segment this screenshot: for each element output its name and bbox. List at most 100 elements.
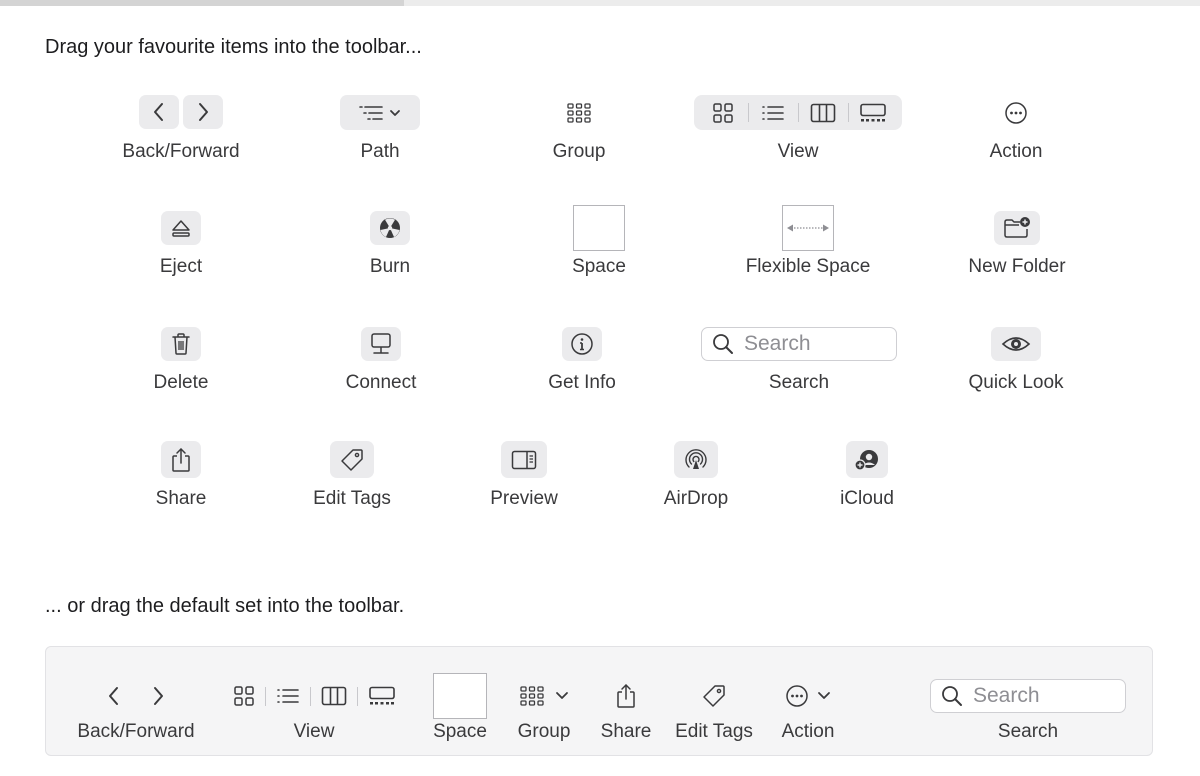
space-box [573, 204, 625, 251]
window-top-strip [0, 0, 1200, 6]
item-label: Back/Forward [77, 721, 195, 742]
eject-button[interactable] [161, 210, 201, 245]
group-grid-icon [567, 102, 591, 123]
top-strip-segment [0, 0, 404, 6]
share-button[interactable] [161, 441, 201, 478]
burn-button[interactable] [370, 210, 410, 245]
quick-look-button[interactable] [991, 326, 1041, 361]
default-space-visual [433, 673, 487, 719]
gallery-view-icon [860, 103, 886, 121]
item-label: Delete [153, 372, 209, 393]
get-info-button[interactable] [562, 326, 602, 361]
item-label: Action [781, 721, 835, 742]
preview-button[interactable] [501, 441, 547, 478]
item-label: Path [360, 141, 400, 162]
get-info-visual [562, 326, 602, 361]
connect-visual [361, 326, 401, 361]
airdrop-icon [685, 448, 707, 469]
search-field[interactable]: Search [930, 679, 1126, 713]
view-segmented-control [694, 95, 902, 130]
item-label: Share [600, 721, 652, 742]
default-edit-tags-visual [701, 677, 727, 715]
item-label: Group [552, 141, 606, 162]
flexible-space-visual [782, 204, 834, 251]
separator [264, 686, 266, 706]
default-set-toolbar[interactable]: Back/Forward View Space Group Share Edit… [45, 646, 1153, 756]
gallery-view-icon [368, 686, 395, 705]
default-action-icons [785, 677, 831, 715]
search-icon [713, 333, 733, 354]
group-visual [566, 95, 592, 130]
space-box [433, 673, 487, 719]
eject-visual [161, 204, 201, 251]
default-group-icons [519, 677, 569, 715]
ellipsis-circle-icon [1005, 101, 1027, 124]
search-placeholder: Search [744, 331, 811, 355]
item-label: Flexible Space [745, 256, 871, 277]
icon-view-segment[interactable] [698, 95, 748, 130]
column-view-segment[interactable] [798, 95, 848, 130]
share-icon [172, 447, 190, 472]
default-back-forward-icons [107, 677, 165, 715]
trash-icon [172, 332, 190, 355]
column-view-icon [321, 686, 346, 706]
delete-button[interactable] [161, 326, 201, 361]
eye-icon [1001, 336, 1031, 351]
item-label: Edit Tags [313, 488, 391, 509]
chevron-left-icon [109, 687, 118, 705]
list-view-segment[interactable] [748, 95, 798, 130]
item-label: Eject [159, 256, 203, 277]
item-label: Share [155, 488, 207, 509]
item-label: Action [989, 141, 1043, 162]
connect-button[interactable] [361, 326, 401, 361]
search-field[interactable]: Search [701, 326, 897, 361]
icloud-icon [854, 449, 878, 471]
edit-tags-button[interactable] [330, 441, 374, 478]
search-placeholder: Search [973, 684, 1040, 707]
preview-visual [501, 441, 547, 478]
chevron-down-icon [556, 692, 568, 699]
path-list-icon [359, 105, 400, 120]
chevron-right-icon [199, 103, 208, 121]
separator [309, 686, 311, 706]
item-label: Back/Forward [122, 141, 240, 162]
info-icon [571, 332, 593, 355]
item-label: Edit Tags [675, 721, 753, 742]
burn-icon [380, 217, 400, 238]
tag-icon [703, 685, 725, 707]
share-visual [161, 441, 201, 478]
path-button [340, 95, 420, 130]
icloud-visual [846, 441, 888, 478]
default-view-icons [233, 677, 396, 715]
column-view-icon [810, 103, 836, 122]
new-folder-button[interactable] [994, 210, 1040, 245]
search-icon [942, 686, 962, 706]
new-folder-visual [994, 204, 1040, 251]
double-arrow-icon [787, 224, 829, 231]
item-label: Search [768, 372, 830, 393]
item-label: AirDrop [663, 488, 729, 509]
item-label: Connect [345, 372, 417, 393]
item-label: Space [572, 256, 626, 277]
chevron-left-icon [154, 103, 163, 121]
connect-icon [371, 332, 391, 354]
quick-look-visual [991, 326, 1041, 361]
item-label: New Folder [968, 256, 1066, 277]
item-label: iCloud [840, 488, 894, 509]
icloud-button[interactable] [846, 441, 888, 478]
back-button[interactable] [139, 95, 179, 129]
airdrop-visual [674, 441, 718, 478]
forward-button[interactable] [183, 95, 223, 129]
space-visual [573, 204, 625, 251]
share-icon [617, 684, 635, 708]
item-label: Preview [490, 488, 558, 509]
new-folder-icon [1004, 216, 1030, 238]
airdrop-button[interactable] [674, 441, 718, 478]
search-visual: Search [701, 326, 897, 361]
item-label: Space [433, 721, 487, 742]
default-search-visual: Search [930, 677, 1126, 715]
item-label: Search [997, 721, 1059, 742]
chevron-down-icon [818, 692, 830, 699]
item-label: Get Info [548, 372, 616, 393]
gallery-view-segment[interactable] [848, 95, 898, 130]
